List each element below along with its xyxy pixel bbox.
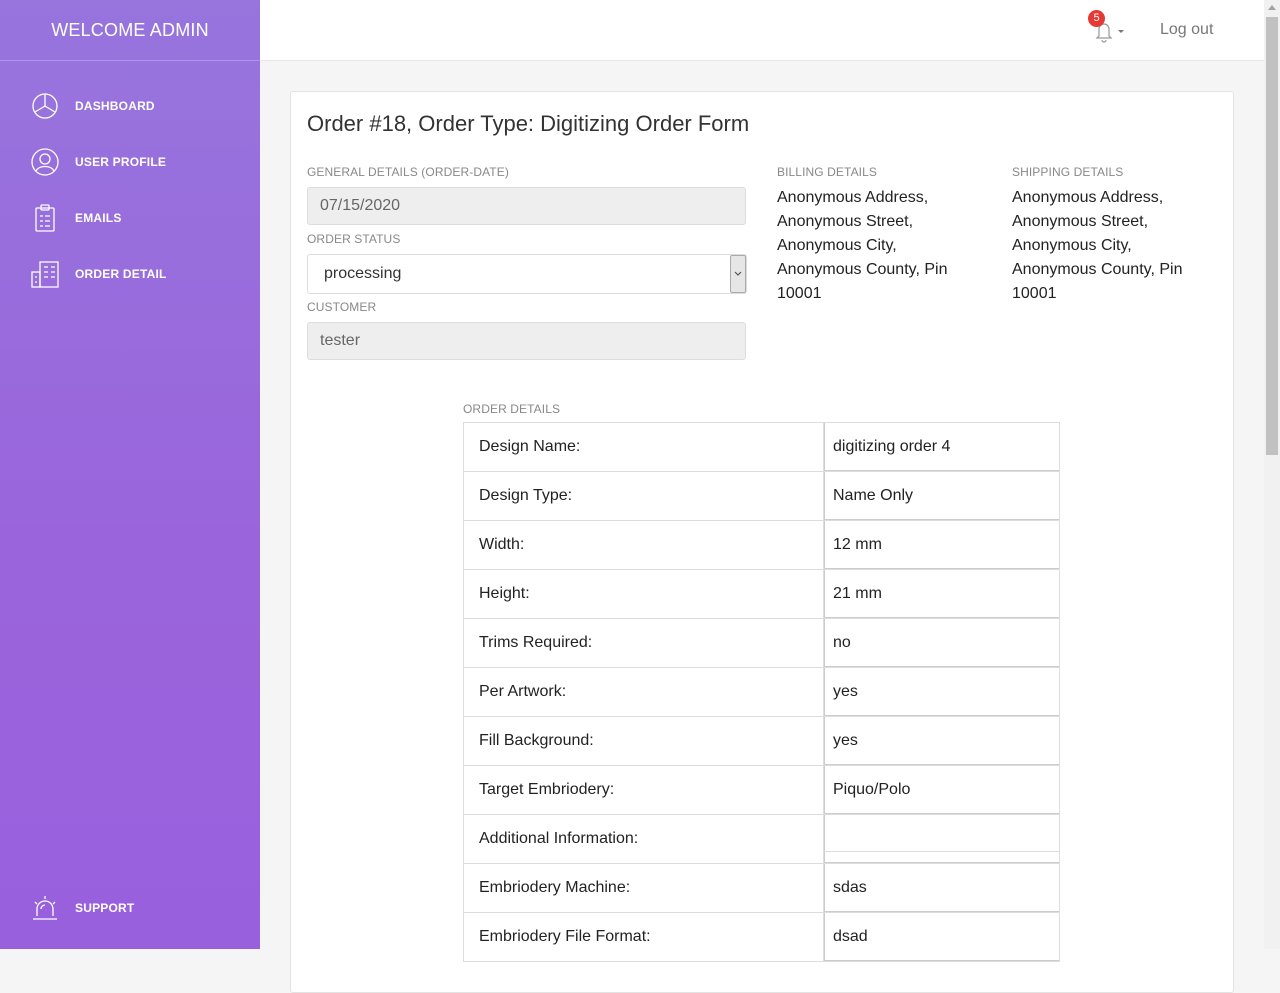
user-icon (31, 148, 59, 176)
table-row: Per Artwork: yes (463, 667, 1060, 717)
detail-value: sdas (823, 863, 1060, 913)
table-row: Embriodery Machine: sdas (463, 863, 1060, 913)
detail-key: Fill Background: (463, 716, 824, 766)
billing-details-label: BILLING DETAILS (777, 165, 877, 179)
address-line: Anonymous County, Pin (1012, 261, 1183, 278)
sidebar-item-label: SUPPORT (75, 901, 135, 915)
detail-value: Name Only (823, 471, 1060, 521)
chevron-down-icon (730, 255, 746, 293)
sidebar-item-user-profile[interactable]: USER PROFILE (0, 134, 260, 190)
address-line: Anonymous Street, (1012, 213, 1149, 230)
detail-key: Additional Information: (463, 814, 824, 864)
sidebar-item-support[interactable]: SUPPORT (0, 880, 260, 936)
table-row: Design Name: digitizing order 4 (463, 422, 1060, 472)
customer-label: CUSTOMER (307, 300, 377, 314)
table-row: Height: 21 mm (463, 569, 1060, 619)
sidebar-item-label: EMAILS (75, 211, 122, 225)
additional-info-field (824, 827, 1059, 852)
detail-key: Trims Required: (463, 618, 824, 668)
detail-key: Per Artwork: (463, 667, 824, 717)
customer-field: tester (307, 322, 746, 360)
detail-key: Embriodery File Format: (463, 912, 824, 962)
table-row: Design Type: Name Only (463, 471, 1060, 521)
siren-icon (31, 894, 59, 922)
billing-address: Anonymous Address, Anonymous Street, Ano… (777, 186, 982, 306)
detail-value: yes (823, 716, 1060, 766)
detail-key: Width: (463, 520, 824, 570)
shipping-details-label: SHIPPING DETAILS (1012, 165, 1124, 179)
general-details-label: GENERAL DETAILS (ORDER-DATE) (307, 165, 509, 179)
sidebar-item-dashboard[interactable]: DASHBOARD (0, 78, 260, 134)
pie-chart-icon (31, 92, 59, 120)
table-row: Trims Required: no (463, 618, 1060, 668)
address-line: Anonymous City, (777, 237, 897, 254)
address-line: Anonymous County, Pin (777, 261, 948, 278)
scrollbar-thumb[interactable] (1266, 17, 1278, 455)
detail-key: Height: (463, 569, 824, 619)
address-line: Anonymous Address, (1012, 189, 1164, 206)
detail-value-empty (823, 814, 1060, 864)
detail-key: Design Name: (463, 422, 824, 472)
address-line: 10001 (1012, 285, 1057, 302)
page-scrollbar[interactable] (1264, 0, 1280, 949)
order-status-label: ORDER STATUS (307, 232, 401, 246)
sidebar-item-label: DASHBOARD (75, 99, 155, 113)
scroll-up-arrow-icon[interactable] (1268, 5, 1276, 10)
order-details-label: ORDER DETAILS (463, 402, 561, 416)
order-status-select[interactable]: processing (307, 254, 747, 294)
sidebar-item-label: USER PROFILE (75, 155, 167, 169)
order-status-value: processing (324, 265, 402, 282)
address-line: Anonymous Address, (777, 189, 929, 206)
sidebar-item-label: ORDER DETAIL (75, 267, 167, 281)
table-row: Fill Background: yes (463, 716, 1060, 766)
address-line: Anonymous Street, (777, 213, 914, 230)
detail-value: yes (823, 667, 1060, 717)
address-line: Anonymous City, (1012, 237, 1132, 254)
sidebar-support: SUPPORT (0, 880, 260, 936)
order-card: Order #18, Order Type: Digitizing Order … (290, 91, 1234, 993)
table-row: Additional Information: (463, 814, 1060, 864)
sidebar-item-order-detail[interactable]: ORDER DETAIL (0, 246, 260, 302)
order-date-field: 07/15/2020 (307, 187, 746, 225)
order-details-table: Design Name: digitizing order 4 Design T… (463, 422, 1060, 962)
detail-value: no (823, 618, 1060, 668)
sidebar: WELCOME ADMIN DASHBOARD USER PROFILE EMA… (0, 0, 260, 949)
detail-value: 12 mm (823, 520, 1060, 570)
page-title: Order #18, Order Type: Digitizing Order … (307, 111, 750, 136)
sidebar-nav: DASHBOARD USER PROFILE EMAILS ORDER DETA… (0, 78, 260, 302)
detail-value: dsad (823, 912, 1060, 962)
detail-value: Piquo/Polo (823, 765, 1060, 815)
notification-count-badge: 5 (1088, 10, 1105, 27)
topbar: 5 Log out (260, 0, 1264, 61)
detail-key: Embriodery Machine: (463, 863, 824, 913)
sidebar-item-emails[interactable]: EMAILS (0, 190, 260, 246)
table-row: Target Embriodery: Piquo/Polo (463, 765, 1060, 815)
building-icon (31, 260, 59, 288)
shipping-address: Anonymous Address, Anonymous Street, Ano… (1012, 186, 1217, 306)
detail-key: Design Type: (463, 471, 824, 521)
table-row: Width: 12 mm (463, 520, 1060, 570)
table-row: Embriodery File Format: dsad (463, 912, 1060, 962)
detail-value: digitizing order 4 (823, 422, 1060, 472)
clipboard-icon (31, 204, 59, 232)
detail-key: Target Embriodery: (463, 765, 824, 815)
detail-value: 21 mm (823, 569, 1060, 619)
address-line: 10001 (777, 285, 822, 302)
brand-title: WELCOME ADMIN (0, 0, 260, 61)
logout-link[interactable]: Log out (1160, 21, 1213, 39)
